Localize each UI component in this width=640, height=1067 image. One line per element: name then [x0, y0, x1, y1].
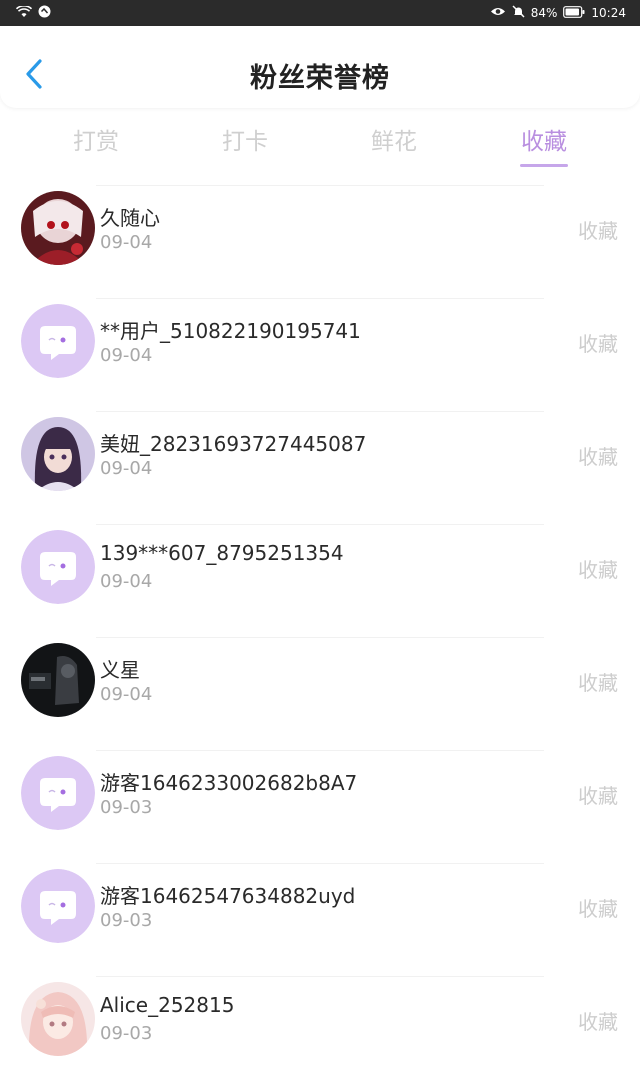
favorite-date: 09-04 — [100, 458, 153, 479]
tab-flowers[interactable]: 鲜花 — [354, 122, 434, 156]
favorite-date: 09-03 — [100, 797, 153, 818]
list-item[interactable]: 义星 09-04 收藏 — [0, 622, 640, 735]
default-avatar-icon — [21, 530, 95, 604]
clock-time: 10:24 — [591, 6, 626, 20]
list-item[interactable]: 美妞_28231693727445087 09-04 收藏 — [0, 396, 640, 509]
favorite-date: 09-04 — [100, 345, 153, 366]
list-item[interactable]: Alice_252815 09-03 收藏 — [0, 961, 640, 1067]
action-label: 收藏 — [578, 671, 618, 695]
active-tab-indicator — [520, 164, 568, 167]
mute-bell-icon — [512, 5, 525, 21]
battery-icon — [563, 5, 585, 21]
avatar — [21, 417, 95, 491]
user-name: 游客16462547634882uyd — [100, 884, 356, 908]
default-avatar-icon — [21, 304, 95, 378]
default-avatar-icon — [21, 869, 95, 943]
action-label: 收藏 — [578, 897, 618, 921]
action-label: 收藏 — [578, 219, 618, 243]
action-label: 收藏 — [578, 784, 618, 808]
wifi-icon — [15, 4, 33, 21]
favorite-date: 09-04 — [100, 684, 153, 705]
favorite-date: 09-04 — [100, 232, 153, 253]
list-item[interactable]: 久随心 09-04 收藏 — [0, 170, 640, 283]
action-label: 收藏 — [578, 445, 618, 469]
tab-checkin[interactable]: 打卡 — [205, 122, 285, 156]
tab-favorites[interactable]: 收藏 — [504, 122, 584, 156]
eye-icon — [490, 6, 506, 20]
favorite-date: 09-04 — [100, 571, 153, 592]
avatar — [21, 643, 95, 717]
status-left — [15, 4, 51, 21]
action-label: 收藏 — [578, 332, 618, 356]
list-item[interactable]: 游客1646233002682b8A7 09-03 收藏 — [0, 735, 640, 848]
action-label: 收藏 — [578, 1010, 618, 1034]
user-name: **用户_510822190195741 — [100, 319, 361, 343]
favorite-date: 09-03 — [100, 1023, 153, 1044]
action-label: 收藏 — [578, 558, 618, 582]
user-name: 久随心 — [100, 206, 160, 230]
status-bar: 84% 10:24 — [0, 0, 640, 26]
user-name: 139***607_8795251354 — [100, 541, 344, 565]
page-title: 粉丝荣誉榜 — [250, 63, 390, 94]
tab-bar: 打赏 打卡 鲜花 收藏 — [0, 116, 640, 168]
avatar — [21, 191, 95, 265]
user-name: Alice_252815 — [100, 993, 235, 1017]
header: 粉丝荣誉榜 — [0, 26, 640, 108]
default-avatar-icon — [21, 756, 95, 830]
user-name: 游客1646233002682b8A7 — [100, 771, 358, 795]
avatar — [21, 982, 95, 1056]
fan-list: 久随心 09-04 收藏 **用户_510822190195741 09-04 … — [0, 170, 640, 1067]
app-notification-icon — [38, 5, 51, 21]
user-name: 义星 — [100, 658, 140, 682]
user-name: 美妞_28231693727445087 — [100, 432, 367, 456]
list-item[interactable]: 139***607_8795251354 09-04 收藏 — [0, 509, 640, 622]
battery-percent: 84% — [530, 6, 558, 20]
list-item[interactable]: **用户_510822190195741 09-04 收藏 — [0, 283, 640, 396]
list-item[interactable]: 游客16462547634882uyd 09-03 收藏 — [0, 848, 640, 961]
status-right: 84% 10:24 — [490, 5, 626, 21]
tab-reward[interactable]: 打赏 — [56, 122, 136, 156]
favorite-date: 09-03 — [100, 910, 153, 931]
